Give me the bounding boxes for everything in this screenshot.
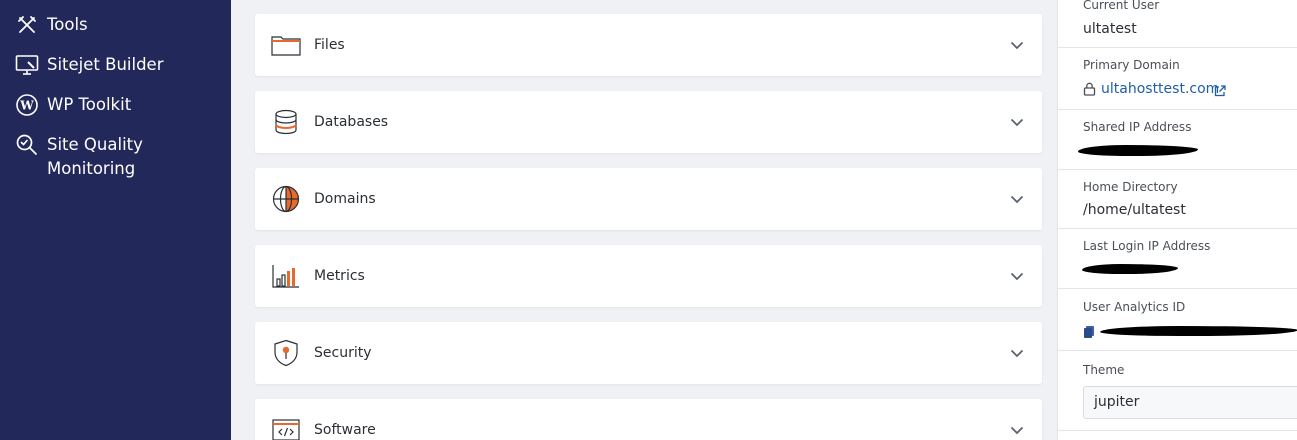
last-login-ip-row: Last Login IP Address [1058, 229, 1297, 289]
primary-domain-link[interactable]: ultahosttest.com [1101, 81, 1219, 97]
main-content: Files Databases Domains Metrics Security… [231, 0, 1057, 440]
shared-ip-label: Shared IP Address [1083, 120, 1192, 134]
folder-icon [271, 30, 301, 60]
bar-chart-icon [271, 261, 301, 291]
theme-label: Theme [1083, 363, 1125, 377]
database-icon [271, 107, 301, 137]
magnifier-check-icon [14, 133, 40, 157]
user-analytics-id-row: User Analytics ID [1058, 289, 1297, 351]
panel-metrics[interactable]: Metrics [255, 245, 1042, 307]
home-directory-label: Home Directory [1083, 180, 1178, 194]
user-analytics-id-label: User Analytics ID [1083, 300, 1186, 314]
globe-icon [271, 184, 301, 214]
chevron-down-icon[interactable] [1008, 36, 1026, 54]
sitejet-monitor-icon [14, 53, 40, 77]
primary-domain-label: Primary Domain [1083, 58, 1180, 72]
chevron-down-icon[interactable] [1008, 421, 1026, 439]
external-link-icon[interactable] [1214, 84, 1226, 102]
redacted-shared-ip [1078, 145, 1198, 156]
redacted-last-login-ip [1082, 264, 1178, 274]
panel-domains[interactable]: Domains [255, 168, 1042, 230]
general-information-panel: Current User ultatest Primary Domain ult… [1057, 0, 1297, 440]
primary-domain-row: Primary Domain ultahosttest.com [1058, 48, 1297, 110]
sidebar-item-tools[interactable]: Tools [14, 13, 88, 37]
sidebar-item-site-quality-monitoring[interactable]: Site Quality Monitoring [14, 133, 197, 181]
sidebar-item-wp-toolkit[interactable]: W WP Toolkit [14, 93, 131, 117]
last-login-ip-label: Last Login IP Address [1083, 239, 1211, 253]
current-user-value: ultatest [1083, 21, 1137, 37]
home-directory-value: /home/ultatest [1083, 202, 1186, 218]
current-user-row: Current User ultatest [1058, 0, 1297, 48]
shield-icon [271, 338, 301, 368]
redacted-user-analytics-id [1100, 326, 1297, 336]
sidebar: Tools Sitejet Builder W WP Toolkit Site … [0, 0, 231, 440]
home-directory-row: Home Directory /home/ultatest [1058, 170, 1297, 229]
theme-select[interactable]: jupiter [1083, 386, 1297, 419]
current-user-label: Current User [1083, 0, 1160, 12]
chevron-down-icon[interactable] [1008, 190, 1026, 208]
chevron-down-icon[interactable] [1008, 267, 1026, 285]
code-window-icon [271, 415, 301, 440]
wordpress-icon: W [14, 93, 40, 117]
panel-security[interactable]: Security [255, 322, 1042, 384]
chevron-down-icon[interactable] [1008, 344, 1026, 362]
sidebar-item-sitejet-builder[interactable]: Sitejet Builder [14, 53, 163, 77]
copy-icon[interactable] [1083, 325, 1095, 344]
lock-icon [1083, 82, 1096, 101]
chevron-down-icon[interactable] [1008, 113, 1026, 131]
svg-text:W: W [19, 99, 34, 113]
panel-files[interactable]: Files [255, 14, 1042, 76]
panel-software[interactable]: Software [255, 399, 1042, 440]
shared-ip-row: Shared IP Address [1058, 110, 1297, 170]
tools-icon [14, 13, 40, 37]
panel-databases[interactable]: Databases [255, 91, 1042, 153]
